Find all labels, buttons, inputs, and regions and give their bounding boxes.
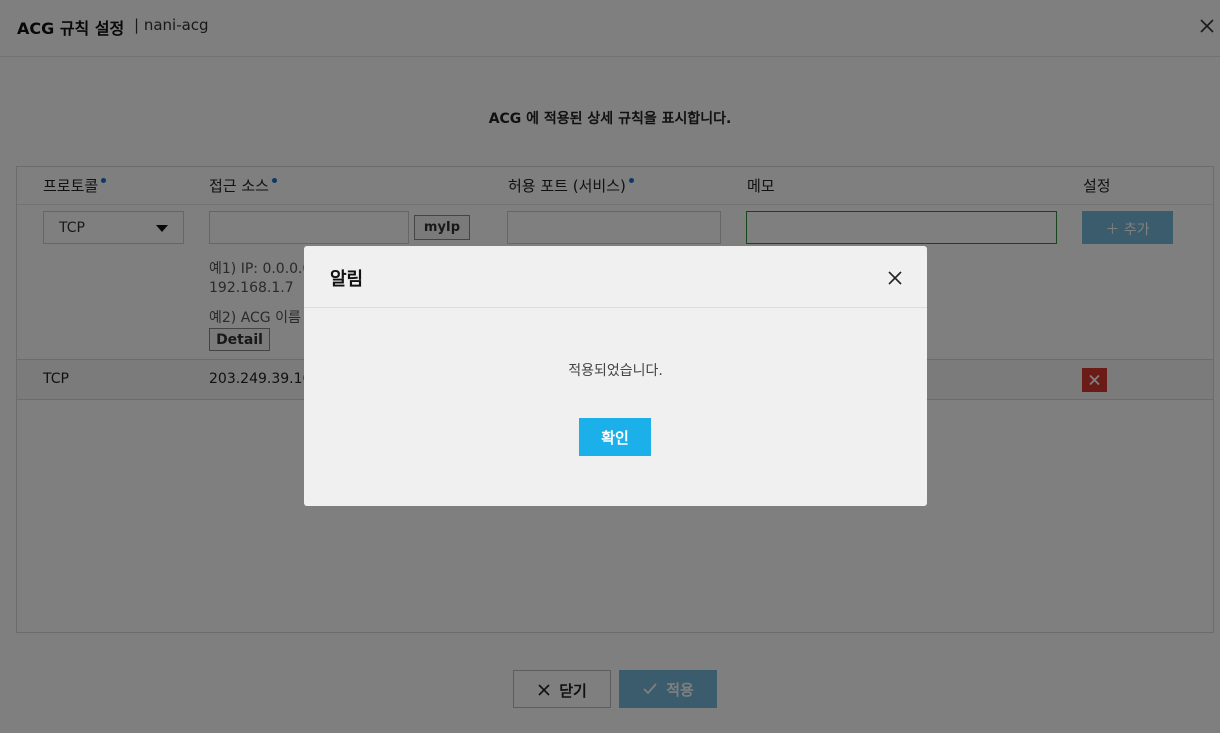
- modal-header: 알림: [304, 246, 927, 308]
- modal-title: 알림: [330, 269, 364, 290]
- close-icon[interactable]: [888, 271, 902, 285]
- confirm-button[interactable]: 확인: [579, 418, 651, 456]
- modal-message: 적용되었습니다.: [568, 363, 663, 379]
- alert-modal: 알림 적용되었습니다. 확인: [304, 246, 927, 506]
